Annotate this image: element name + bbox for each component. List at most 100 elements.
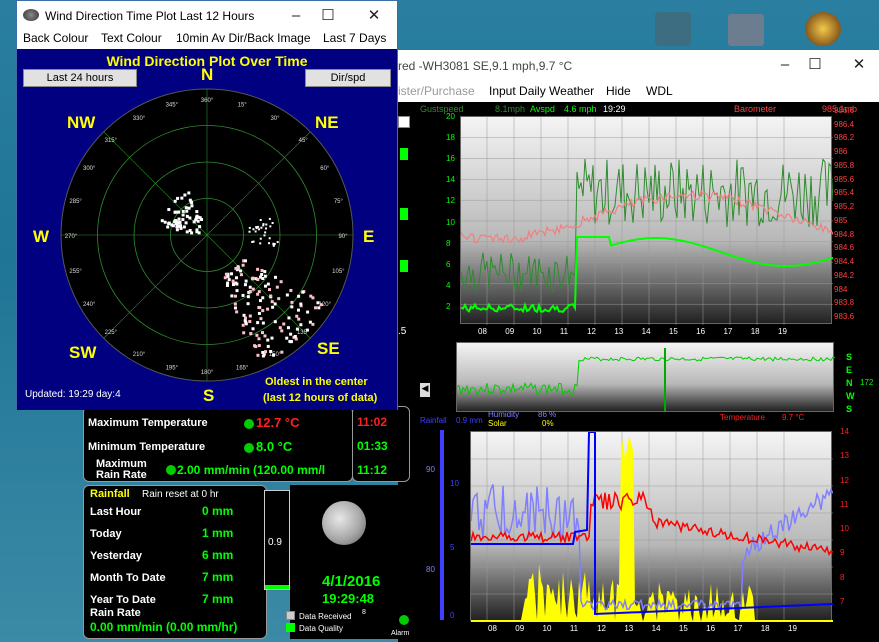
wind-sample-point (296, 308, 300, 312)
axis-tick-label: 18 (750, 327, 760, 336)
wind-sample-point (176, 196, 180, 200)
data-received-label: Data Received (299, 612, 352, 621)
top-chart-left-axis: 20 18 16 14 12 10 8 6 4 2 (446, 112, 460, 324)
wind-sample-point (248, 285, 252, 289)
oldest-note-1: Oldest in the center (265, 376, 368, 388)
menu-back-colour[interactable]: Back Colour (23, 31, 88, 45)
wind-sample-point (295, 314, 299, 318)
wind-sample-point (256, 353, 260, 357)
wind-sample-point (286, 326, 290, 330)
wind-sample-point (171, 224, 175, 228)
wind-sample-point (244, 322, 248, 326)
axis-tick-label: 19 (788, 624, 797, 633)
menu-register[interactable]: ister/Purchase (398, 84, 475, 98)
wind-sample-point (198, 225, 202, 229)
axis-tick-label: 12 (587, 327, 596, 336)
wind-sample-point (257, 344, 261, 348)
front-close-icon[interactable]: ✕ (359, 5, 389, 27)
menu-hide[interactable]: Hide (606, 84, 631, 98)
updated-label: Updated: 19:29 day:4 (25, 389, 121, 400)
front-app-icon (23, 9, 39, 21)
wind-sample-point (279, 280, 283, 284)
axis-tick-label: 16 (706, 624, 716, 633)
max-rate-value: 2.00 mm/min (120.00 mm/l (177, 463, 326, 477)
wind-direction-strip (456, 342, 836, 412)
wind-sample-point (196, 219, 200, 223)
temp-value: 9.7 °C (782, 413, 805, 422)
rain-row-label: Year To Date (90, 594, 156, 606)
data-quality-box (286, 623, 295, 632)
moon-phase-icon (322, 501, 366, 545)
wind-sample-point (187, 191, 191, 195)
alarm-icon[interactable] (399, 615, 409, 625)
wind-sample-point (272, 244, 275, 247)
wind-baro-svg (460, 117, 834, 325)
compass-n: N (201, 65, 214, 84)
wind-sample-point (163, 220, 167, 224)
rain-row-value: 6 mm (202, 548, 234, 562)
rain-row-value: 7 mm (202, 570, 234, 584)
solar-label: Solar (488, 419, 507, 428)
desktop-icon-app[interactable] (728, 14, 764, 46)
menu-text-colour[interactable]: Text Colour (101, 31, 162, 45)
menu-input-daily-weather[interactable]: Input Daily Weather (489, 84, 594, 98)
desktop-icon-recycle[interactable] (655, 12, 691, 46)
axis-tick-label: 2 (446, 302, 451, 311)
axis-tick-label: 985.8 (834, 160, 855, 170)
wind-sample-point (263, 334, 267, 338)
front-maximize-icon[interactable]: ☐ (313, 5, 343, 27)
axis-tick-label: 983.6 (834, 312, 855, 321)
wind-sample-point (299, 323, 303, 327)
wind-sample-point (317, 306, 321, 310)
wind-sample-point (316, 301, 320, 305)
menu-10min-av[interactable]: 10min Av Dir/Back Image (176, 31, 311, 45)
bottom-chart-x-axis: 08 09 10 11 12 13 14 15 16 17 18 19 (470, 624, 832, 636)
axis-tick-label: 17 (723, 327, 733, 336)
max-temp-value: 12.7 °C (256, 415, 300, 430)
axis-tick-label: 14 (840, 427, 849, 436)
wind-sample-point (280, 350, 284, 354)
wind-sample-point (269, 225, 272, 228)
degree-label: 105° (332, 269, 345, 275)
axis-tick-label: 14 (641, 327, 651, 336)
wind-sample-point (260, 269, 264, 273)
wind-sample-point (229, 272, 233, 276)
wind-sample-point (264, 350, 268, 354)
degree-label: 165° (236, 365, 249, 371)
wind-sample-point (259, 218, 262, 221)
wind-sample-point (261, 309, 265, 313)
rain-row-value: 0 mm (202, 504, 234, 518)
close-icon[interactable]: ✕ (844, 54, 874, 76)
axis-tick-label: 16 (696, 327, 706, 336)
menu-last-7-days[interactable]: Last 7 Days (323, 31, 386, 45)
axis-tick-label: 09 (515, 624, 525, 633)
wind-sample-point (268, 242, 271, 245)
wind-sample-point (246, 295, 250, 299)
wind-sample-point (182, 225, 186, 229)
minimize-icon[interactable]: – (770, 54, 800, 76)
alarm-label: Alarm (391, 630, 410, 637)
temperature-times-panel: 11:02 01:33 11:12 (352, 406, 410, 482)
wind-sample-point (311, 322, 315, 326)
side-e: E (846, 365, 853, 375)
wind-sample-point (258, 299, 262, 303)
avspd-series-line (460, 236, 834, 314)
wind-sample-point (293, 335, 297, 339)
desktop-icon-game[interactable] (805, 12, 841, 46)
wind-sample-point (181, 218, 185, 222)
wind-sample-point (319, 303, 323, 307)
axis-tick-label: 19 (778, 327, 787, 336)
front-minimize-icon[interactable]: – (281, 5, 311, 27)
max-rate-time: 11:12 (357, 463, 388, 477)
wind-sample-point (273, 320, 277, 324)
strip-scroll-left[interactable]: ◀ (420, 383, 430, 397)
maximize-icon[interactable]: ☐ (800, 54, 830, 76)
wind-sample-point (260, 226, 263, 229)
side-indicator-strip: .5 (398, 108, 412, 398)
menu-wdl[interactable]: WDL (646, 84, 673, 98)
wind-sample-point (252, 240, 255, 243)
wind-sample-point (273, 242, 276, 245)
gust-series-line (460, 158, 834, 294)
min-temp-value: 8.0 °C (256, 439, 293, 454)
axis-tick-label: 9 (840, 548, 845, 558)
